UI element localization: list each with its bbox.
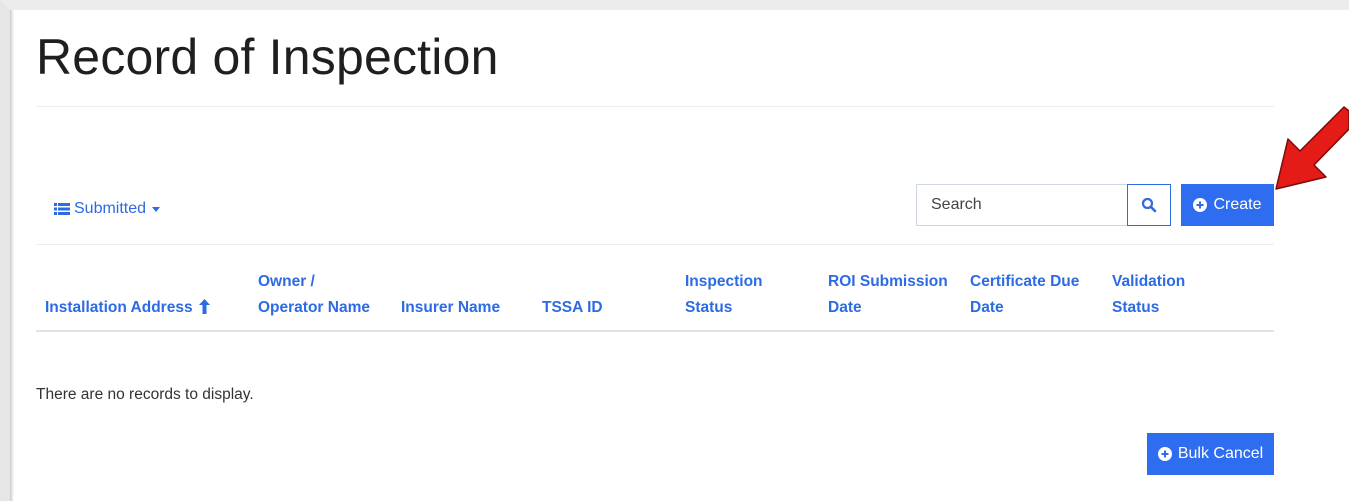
table-header-divider bbox=[36, 330, 1274, 332]
column-header-roi-submission-date[interactable]: ROI Submission Date bbox=[828, 269, 948, 321]
plus-circle-icon bbox=[1193, 198, 1208, 212]
view-filter-label: Submitted bbox=[74, 200, 147, 217]
create-button[interactable]: Create bbox=[1181, 184, 1274, 226]
table-top-divider bbox=[36, 244, 1274, 245]
column-header-installation-address[interactable]: Installation Address bbox=[45, 269, 210, 321]
view-filter-dropdown[interactable]: Submitted bbox=[54, 200, 161, 218]
search-input[interactable] bbox=[916, 184, 1128, 226]
page-title: Record of Inspection bbox=[36, 29, 499, 85]
search-button[interactable] bbox=[1127, 184, 1171, 226]
sort-ascending-icon bbox=[198, 299, 210, 314]
red-arrow-icon bbox=[1275, 106, 1349, 190]
plus-circle-icon bbox=[1157, 447, 1172, 461]
frame-shadow bbox=[10, 10, 14, 501]
column-header-insurer-name[interactable]: Insurer Name bbox=[401, 269, 500, 321]
column-header-inspection-status[interactable]: Inspection Status bbox=[685, 269, 763, 321]
bulk-cancel-button-label: Bulk Cancel bbox=[1177, 445, 1264, 462]
column-header-certificate-due-date[interactable]: Certificate Due Date bbox=[970, 269, 1079, 321]
list-icon bbox=[54, 203, 70, 215]
search-icon bbox=[1141, 197, 1157, 213]
bulk-cancel-button[interactable]: Bulk Cancel bbox=[1147, 433, 1274, 475]
column-header-label: Installation Address bbox=[45, 299, 193, 316]
empty-table-message: There are no records to display. bbox=[36, 386, 254, 403]
chevron-down-icon bbox=[152, 206, 161, 212]
column-header-owner-operator-name[interactable]: Owner / Operator Name bbox=[258, 269, 370, 321]
title-divider bbox=[36, 106, 1274, 107]
column-header-validation-status[interactable]: Validation Status bbox=[1112, 269, 1185, 321]
create-button-label: Create bbox=[1213, 196, 1262, 213]
column-header-tssa-id[interactable]: TSSA ID bbox=[542, 269, 603, 321]
